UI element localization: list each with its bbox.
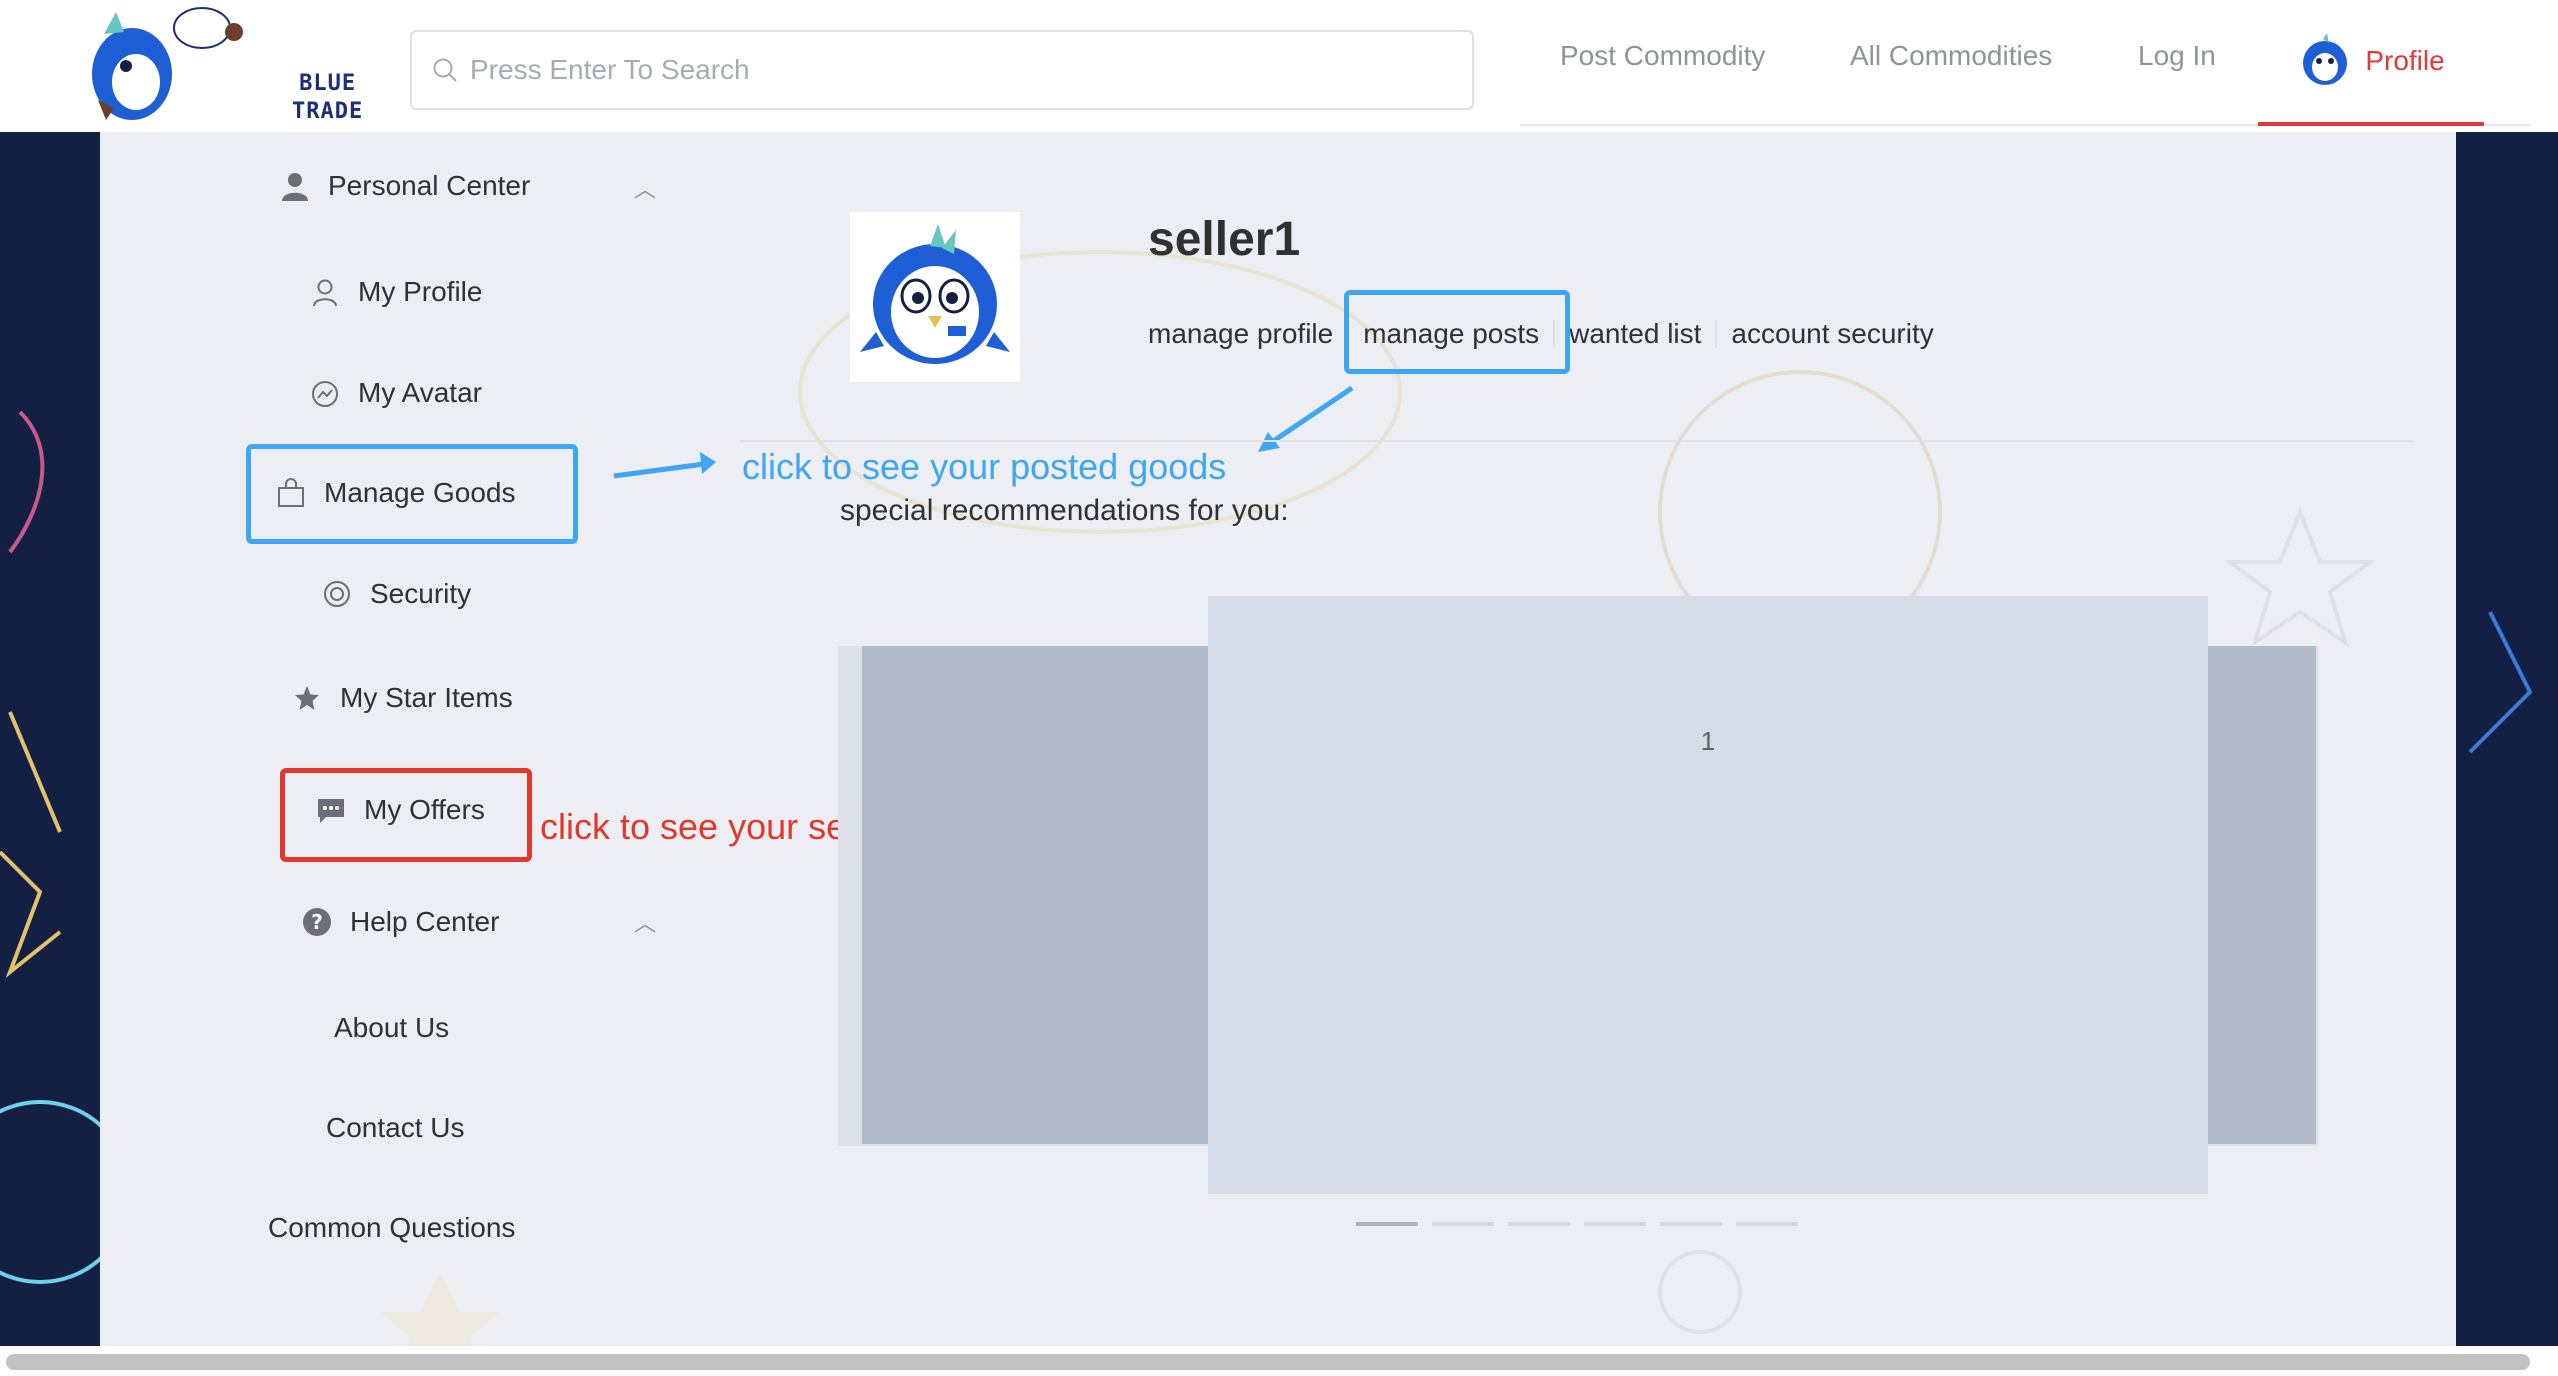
recommendations-label: special recommendations for you: — [840, 494, 1289, 527]
carousel-indicator[interactable] — [1660, 1222, 1722, 1226]
carousel-prev-slide[interactable] — [862, 646, 1210, 1144]
tab-manage-profile[interactable]: manage profile — [1148, 318, 1333, 350]
bird-mascot-avatar-icon — [860, 224, 1010, 364]
carousel-indicator[interactable] — [1356, 1222, 1418, 1226]
carousel-indicators — [1356, 1222, 1798, 1226]
carousel-indicator[interactable] — [1432, 1222, 1494, 1226]
carousel-indicator[interactable] — [1736, 1222, 1798, 1226]
arrow-to-manage-posts — [1270, 385, 1354, 445]
manage-goods-annotation: click to see your posted goods — [742, 446, 1227, 487]
section-divider — [740, 440, 2414, 442]
carousel-indicator[interactable] — [1508, 1222, 1570, 1226]
scrollbar-thumb[interactable] — [6, 1354, 2530, 1370]
tab-account-security[interactable]: account security — [1731, 318, 1933, 350]
user-avatar[interactable] — [850, 212, 1020, 382]
arrow-to-manage-goods-hint — [613, 461, 705, 479]
tab-wanted-list[interactable]: wanted list — [1569, 318, 1701, 350]
manage-posts-highlight-box — [1344, 290, 1570, 374]
carousel-next-slide[interactable] — [2206, 646, 2316, 1144]
profile-username: seller1 — [1148, 213, 1301, 266]
carousel-indicator[interactable] — [1584, 1222, 1646, 1226]
tab-separator — [1715, 320, 1718, 348]
carousel-slide-number: 1 — [1700, 726, 1716, 756]
carousel-active-slide[interactable]: 1 — [1208, 596, 2208, 1194]
horizontal-scrollbar[interactable] — [0, 1346, 2558, 1376]
